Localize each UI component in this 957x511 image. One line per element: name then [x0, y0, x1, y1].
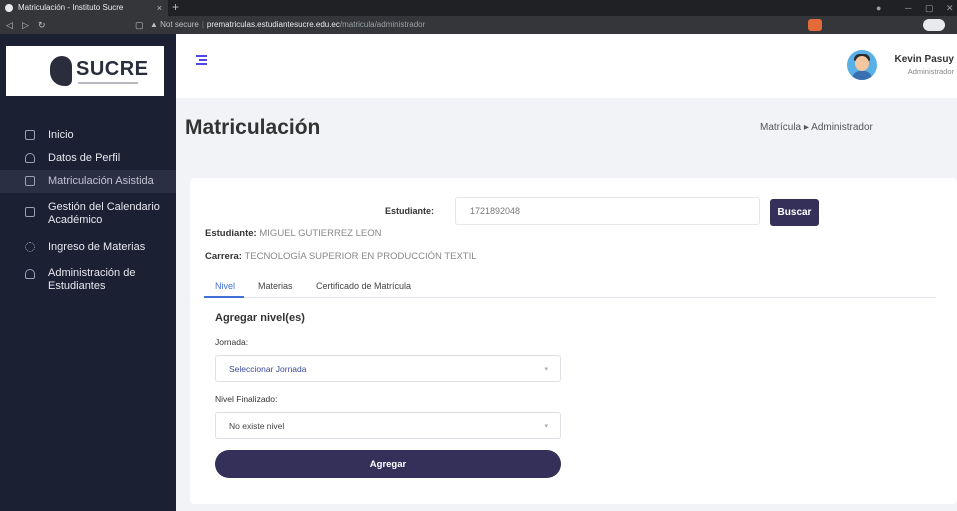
topbar: Kevin Pasuy Administrador [176, 34, 957, 98]
calendar-icon [25, 207, 35, 217]
brave-shield-icon[interactable] [808, 19, 822, 31]
security-label: Not secure [160, 20, 199, 29]
browser-tabbar: Matriculación - Instituto Sucre × + ● ─ … [0, 0, 957, 16]
sidebar-item-matriculacion-asistida[interactable]: Matriculación Asistida [0, 170, 176, 193]
user-name[interactable]: Kevin Pasuy [890, 54, 954, 65]
maximize-icon[interactable]: ▢ [925, 0, 934, 16]
url-field[interactable]: ▲ Not secure | prematriculas.estudiantesuc… [150, 18, 830, 32]
user-role: Administrador [907, 67, 954, 76]
logo-text: SUCRE [76, 58, 149, 80]
url-host: prematriculas.estudiantesucre.edu.ec [206, 20, 340, 29]
sidebar-item-label: Administración de Estudiantes [48, 267, 136, 292]
sidebar-item-label: Inicio [48, 129, 74, 141]
sidebar-item-administracion-estudiantes[interactable]: Administración de Estudiantes [0, 259, 176, 298]
agregar-button[interactable]: Agregar [215, 450, 561, 478]
sidebar: SUCRE Inicio Datos de Perfil Matriculaci… [0, 34, 176, 511]
page-title: Matriculación [185, 116, 321, 139]
section-title: Agregar nivel(es) [215, 312, 305, 324]
student-name: MIGUEL GUTIERREZ LEON [259, 228, 382, 239]
nivel-value: No existe nivel [229, 421, 285, 431]
back-icon[interactable]: ◁ [6, 16, 13, 34]
active-tab-indicator [204, 296, 244, 298]
sidebar-item-label: Matriculación Asistida [48, 175, 154, 187]
warning-icon: ▲ [150, 20, 158, 29]
bookmark-icon[interactable]: ▢ [135, 16, 144, 34]
sidebar-item-label: Ingreso de Materias [48, 241, 146, 253]
browser-tab[interactable]: Matriculación - Instituto Sucre × [0, 0, 168, 16]
chrome-favicon-icon [5, 4, 13, 12]
buscar-button[interactable]: Buscar [770, 199, 819, 226]
sidebar-item-label: Gestión del Calendario Académico [48, 201, 160, 226]
address-bar: ◁ ▷ ↻ ▢ ▲ Not secure | prematriculas.estud… [0, 16, 957, 34]
sidebar-item-ingreso-materias[interactable]: Ingreso de Materias [0, 233, 176, 259]
chevron-down-icon: ▾ [544, 423, 548, 430]
menu-toggle-icon[interactable] [196, 55, 207, 67]
sidebar-item-datos-perfil[interactable]: Datos de Perfil [0, 147, 176, 170]
career-info: Carrera: TECNOLOGÍA SUPERIOR EN PRODUCCI… [205, 251, 477, 262]
tab-nivel[interactable]: Nivel [215, 281, 235, 291]
tab-materias[interactable]: Materias [258, 281, 293, 291]
person-icon [25, 153, 35, 163]
nivel-finalizado-select[interactable]: No existe nivel ▾ [215, 412, 561, 439]
tab-close-icon[interactable]: × [157, 0, 162, 16]
minimize-icon[interactable]: ─ [905, 0, 911, 16]
sidebar-item-calendario[interactable]: Gestión del Calendario Académico [0, 193, 176, 233]
breadcrumb: Matrícula ▸ Administrador [760, 122, 873, 133]
nivel-finalizado-label: Nivel Finalizado: [215, 394, 278, 404]
close-window-icon[interactable]: ✕ [946, 0, 954, 16]
student-label: Estudiante: [205, 228, 257, 239]
user-box-icon [25, 176, 35, 186]
tabs: Nivel Materias Certificado de Matrícula [205, 276, 936, 298]
forward-icon[interactable]: ▷ [22, 16, 29, 34]
new-tab-button[interactable]: + [172, 0, 179, 15]
person-icon [25, 269, 35, 279]
browser-tab-title: Matriculación - Instituto Sucre [18, 3, 124, 12]
student-info: Estudiante: MIGUEL GUTIERREZ LEON [205, 228, 381, 239]
logo-head-icon [50, 56, 72, 86]
chevron-down-icon: ▾ [544, 366, 548, 373]
career-label: Carrera: [205, 251, 242, 262]
estudiante-label: Estudiante: [385, 206, 435, 216]
gear-icon [25, 242, 35, 252]
sidebar-item-inicio[interactable]: Inicio [0, 124, 176, 147]
jornada-value: Seleccionar Jornada [229, 364, 307, 374]
avatar[interactable] [847, 50, 877, 80]
career-name: TECNOLOGÍA SUPERIOR EN PRODUCCIÓN TEXTIL [244, 251, 477, 262]
extension-icon[interactable] [923, 19, 945, 31]
tab-certificado[interactable]: Certificado de Matrícula [316, 281, 411, 291]
grid-icon [25, 130, 35, 140]
logo-subtitle [78, 82, 138, 84]
reload-icon[interactable]: ↻ [38, 16, 46, 34]
jornada-label: Jornada: [215, 337, 249, 347]
logo: SUCRE [6, 46, 164, 96]
profile-icon[interactable]: ● [876, 0, 881, 16]
cedula-input[interactable] [455, 197, 760, 225]
url-path: /matricula/administrador [339, 20, 426, 29]
sidebar-item-label: Datos de Perfil [48, 152, 121, 164]
jornada-select[interactable]: Seleccionar Jornada ▾ [215, 355, 561, 382]
sidebar-nav: Inicio Datos de Perfil Matriculación Asi… [0, 124, 176, 298]
